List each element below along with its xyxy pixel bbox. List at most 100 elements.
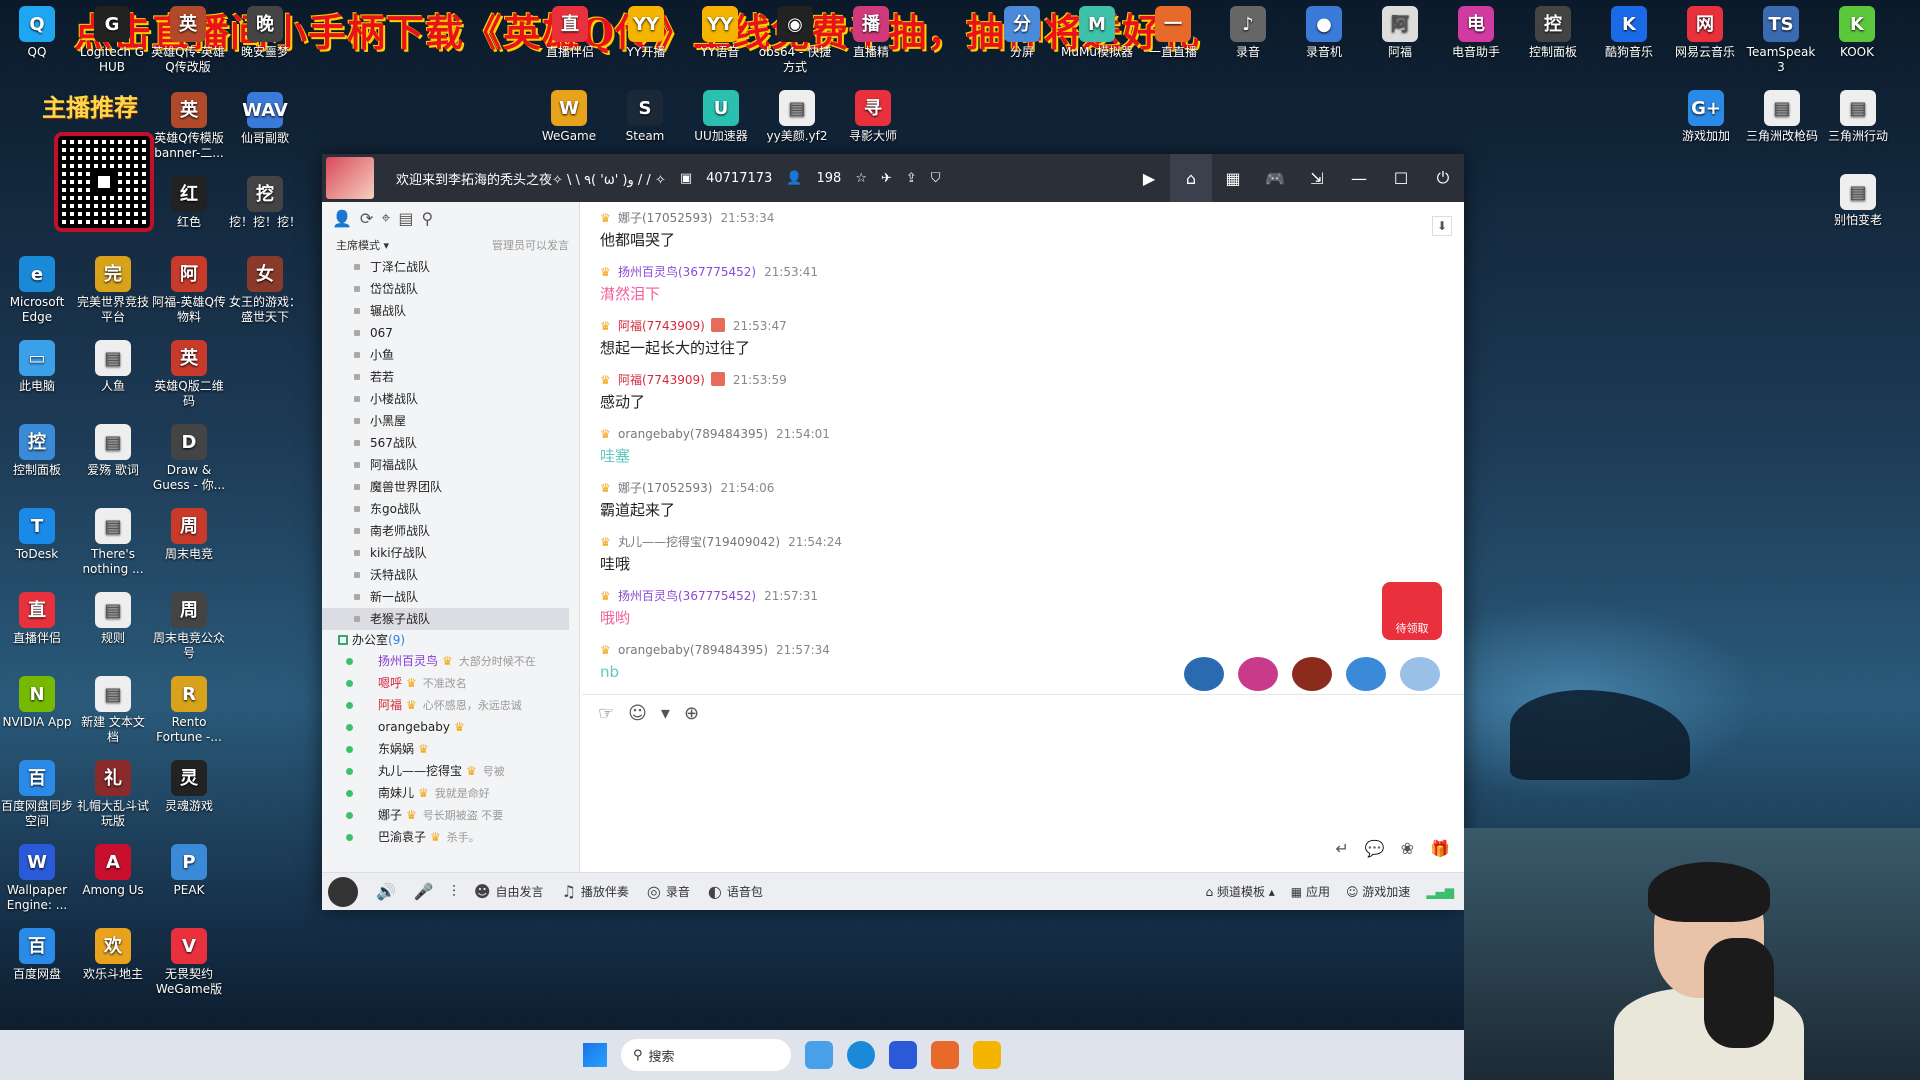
desktop-icon[interactable]: K 酷狗音乐 [1592,6,1666,60]
desktop-icon[interactable]: 控控制面板 [1516,6,1590,60]
user-item[interactable]: 扬州百灵鸟 ♛ 大部分时候不在 [322,650,579,672]
desktop-icon[interactable]: 女女王的游戏：盛世天下 [228,256,302,325]
desktop-icon[interactable]: ▤ 别怕变老 [1821,174,1895,228]
desktop-icon[interactable]: 完完美世界竞技平台 [76,256,150,325]
home-icon[interactable]: ⌂ [1170,154,1212,202]
desktop-icon[interactable]: 一一直直播 [1136,6,1210,60]
desktop-icon[interactable]: 百百度网盘 [0,928,74,982]
channel-item[interactable]: 567战队 [322,432,579,454]
desktop-icon[interactable]: K KOOK [1820,6,1894,60]
user-item[interactable]: 娜子 ♛ 号长期被盗 不要 [322,804,579,826]
desktop-icon[interactable]: G+ 游戏加加 [1669,90,1743,144]
record-button[interactable]: ◎ 录音 [647,882,690,901]
desktop-icon[interactable]: U UU加速器 [684,90,758,144]
desktop-icon[interactable]: YY YY开播 [609,6,683,60]
sender-name[interactable]: 扬州百灵鸟(367775452) [618,589,756,603]
app-icon[interactable] [889,1041,917,1069]
channel-item[interactable]: 辗战队 [322,300,579,322]
desktop-icon[interactable]: 百百度网盘同步空间 [0,760,74,829]
desktop-icon[interactable]: ▤ 人鱼 [76,340,150,394]
desktop-icon[interactable]: 红红色 [152,176,226,230]
desktop-icon[interactable]: 阿阿福-英雄Q传物料 [152,256,226,325]
video-icon[interactable]: ▶ [1128,154,1170,202]
user-item[interactable]: 阿福 ♛ 心怀感恩，永远忠诚 [322,694,579,716]
desktop-icon[interactable]: V 无畏契约 WeGame版 [152,928,226,997]
emoji-icon[interactable]: ☺ [628,703,647,724]
taskbar-search[interactable]: ⚲ 搜索 [621,1039,791,1071]
sender-name[interactable]: 丸儿——挖得宝(719409042) [618,535,780,549]
yy-voice-icon[interactable] [973,1041,1001,1069]
desktop-icon[interactable]: G Logitech G HUB [75,6,149,75]
channel-item[interactable]: 阿福战队 [322,454,579,476]
message-input-area[interactable]: ☞ ☺ ▾ ⊕ ↵ 💬 ❀ 🎁 [582,694,1464,872]
desktop-icon[interactable]: e Microsoft Edge [0,256,74,325]
flower-icon[interactable]: ❀ [1401,839,1414,858]
desktop-icon[interactable]: 播直播精 [834,6,908,60]
minimize-icon[interactable]: — [1338,154,1380,202]
channel-item[interactable]: 小楼战队 [322,388,579,410]
channel-item[interactable]: 067 [322,322,579,344]
desktop-icon[interactable]: 礼礼帽大乱斗试玩版 [76,760,150,829]
user-icon[interactable]: 👤 [332,209,352,228]
sender-name[interactable]: 阿福(7743909) [618,319,705,333]
layout-icon[interactable]: ▦ [1212,154,1254,202]
hand-icon[interactable]: ☞ [598,703,614,724]
gamepad-icon[interactable]: 🎮 [1254,154,1296,202]
mixer-button[interactable]: ⫶ [452,882,456,902]
power-icon[interactable]: ⏻ [1422,154,1464,202]
desktop-icon[interactable]: ▤ 三角洲行动 [1821,90,1895,144]
yy-app-icon[interactable] [931,1041,959,1069]
desktop-icon[interactable]: ▤ 规则 [76,592,150,646]
desktop-icon[interactable]: P PEAK [152,844,226,898]
apps-button[interactable]: ▦ 应用 [1291,883,1330,900]
collapse-icon[interactable]: ⇲ [1296,154,1338,202]
desktop-icon[interactable]: ▤ 爱殇 歌词 [76,424,150,478]
desktop-icon[interactable]: ▤ There's nothing ... [76,508,150,577]
mode-selector[interactable]: 主席模式 ▾ [336,237,389,253]
desktop-icon[interactable]: TS TeamSpeak 3 [1744,6,1818,75]
favorite-star-icon[interactable]: ☆ [855,171,867,186]
game-shortcut[interactable]: 0氪霸服 [1288,657,1336,692]
desktop-icon[interactable]: N NVIDIA App [0,676,74,730]
desktop-icon[interactable]: 分分屏 [985,6,1059,60]
sender-name[interactable]: 娜子(17052593) [618,211,712,225]
channel-item[interactable]: 南老师战队 [322,520,579,542]
explorer-icon[interactable] [805,1041,833,1069]
game-shortcut[interactable]: 小游戏 [1396,657,1444,692]
channel-item[interactable]: kiki仔战队 [322,542,579,564]
game-shortcut[interactable]: 【鬼服】 [1234,657,1282,692]
sender-name[interactable]: 娜子(17052593) [618,481,712,495]
mic-button[interactable]: 🎤 [414,882,434,901]
desktop-icon[interactable]: 灵灵魂游戏 [152,760,226,814]
desktop-icon[interactable]: D Draw & Guess - 你... [152,424,226,493]
game-boost-button[interactable]: ☺ 游戏加速 [1346,883,1410,900]
shield-icon[interactable]: ⛉ [931,171,941,186]
desktop-icon[interactable]: 欢欢乐斗地主 [76,928,150,982]
screenshot-icon[interactable]: ⊕ [684,703,699,724]
location-icon[interactable]: ⌖ [381,208,390,228]
chat-area[interactable]: ♛ 娜子(17052593) 21:53:34 他都唱哭了 ♛ 扬州百灵鸟(3677754… [582,202,1464,692]
window-titlebar[interactable]: 欢迎来到李拓海的秃头之夜✧ \ \ ٩( 'ω' )و / / ✧ ▣ 4071… [322,154,1464,202]
channel-item[interactable]: 若若 [322,366,579,388]
edge-icon[interactable] [847,1041,875,1069]
desktop-icon[interactable]: W WeGame [532,90,606,144]
desktop-icon[interactable]: ▤ 三角洲改枪码 [1745,90,1819,144]
channel-item[interactable]: 新一战队 [322,586,579,608]
desktop-icon[interactable]: 阿阿福 [1363,6,1437,60]
voice-pack-button[interactable]: ◐ 语音包 [708,882,763,901]
channel-item[interactable]: 小黑屋 [322,410,579,432]
channel-item[interactable]: 丁泽仁战队 [322,256,579,278]
desktop-icon[interactable]: R Rento Fortune -... [152,676,226,745]
share-icon[interactable]: ⇪ [906,171,917,186]
desktop-icon[interactable]: ▤ yy美颜.yf2 [760,90,834,144]
enter-icon[interactable]: ↵ [1335,839,1348,858]
sender-name[interactable]: orangebaby(789484395) [618,643,768,657]
user-item[interactable]: 东娲娲 ♛ [322,738,579,760]
search-icon[interactable]: ⚲ [421,209,433,228]
desktop-icon[interactable]: 周周末电竞公众号 [152,592,226,661]
notes-icon[interactable]: ▤ [398,209,413,228]
desktop-icon[interactable]: ● 录音机 [1287,6,1361,60]
desktop-icon[interactable]: 英英雄Q传-英雄Q传改版 [151,6,225,75]
user-item[interactable]: 巴渝袁子 ♛ 杀手。 [322,826,579,848]
sender-name[interactable]: 扬州百灵鸟(367775452) [618,265,756,279]
